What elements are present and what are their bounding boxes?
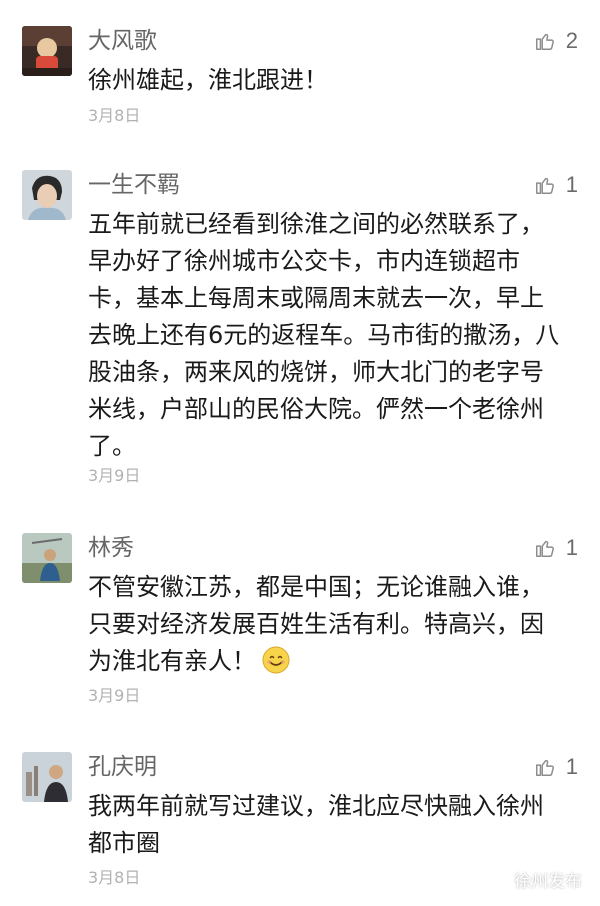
- comment-date: 3月9日: [88, 686, 141, 705]
- comment-line: 徐州雄起，淮北跟进！: [88, 66, 328, 94]
- like-count: 2: [565, 28, 578, 53]
- thumbs-up-icon: [535, 540, 554, 557]
- thumbs-up-icon: [535, 177, 554, 194]
- like-button[interactable]: 2: [534, 26, 578, 56]
- comment-line: 股油条，两来风的烧饼，师大北门的老字号: [88, 358, 544, 386]
- like-button[interactable]: 1: [534, 533, 578, 563]
- comment-line: 卡，基本上每周末或隔周末就去一次，早上: [88, 284, 544, 312]
- comment-date: 3月8日: [88, 868, 141, 887]
- comment-line: 了。: [88, 432, 136, 460]
- comment-date: 3月8日: [88, 106, 141, 125]
- avatar[interactable]: [22, 752, 72, 802]
- watermark-text: 徐州发布: [514, 872, 582, 892]
- nickname[interactable]: 林秀: [88, 533, 134, 563]
- like-count: 1: [565, 535, 578, 560]
- comment-line: 为淮北有亲人！: [88, 643, 578, 680]
- like-button[interactable]: 1: [534, 170, 578, 200]
- comment-text: 徐州雄起，淮北跟进！: [88, 62, 578, 99]
- like-button[interactable]: 1: [534, 752, 578, 782]
- avatar[interactable]: [22, 533, 72, 583]
- avatar[interactable]: [22, 26, 72, 76]
- comment-text: 不管安徽江苏，都是中国；无论谁融入谁， 只要对经济发展百姓生活有利。特高兴，因 …: [88, 569, 578, 680]
- like-count: 1: [565, 172, 578, 197]
- avatar[interactable]: [22, 170, 72, 220]
- thumbs-up-icon: [535, 33, 554, 50]
- smile-emoji-icon: [262, 646, 290, 674]
- comment-line: 米线，户部山的民俗大院。俨然一个老徐州: [88, 395, 544, 423]
- comment-line: 只要对经济发展百姓生活有利。特高兴，因: [88, 610, 544, 638]
- nickname[interactable]: 大风歌: [88, 26, 157, 56]
- comment-line: 早办好了徐州城市公交卡，市内连锁超市: [88, 247, 520, 275]
- wechat-icon: [488, 870, 508, 888]
- comment-line: 不管安徽江苏，都是中国；无论谁融入谁，: [88, 573, 544, 601]
- comment-line-text: 为淮北有亲人！: [88, 647, 256, 675]
- comment-date: 3月9日: [88, 466, 141, 485]
- comment-line: 我两年前就写过建议，淮北应尽快融入徐州: [88, 792, 544, 820]
- comment-text: 五年前就已经看到徐淮之间的必然联系了， 早办好了徐州城市公交卡，市内连锁超市 卡…: [88, 206, 578, 465]
- comment-text: 我两年前就写过建议，淮北应尽快融入徐州 都市圈: [88, 788, 578, 862]
- nickname[interactable]: 孔庆明: [88, 752, 157, 782]
- watermark: 徐州发布: [487, 867, 582, 892]
- nickname[interactable]: 一生不羁: [88, 170, 180, 200]
- comment-line: 都市圈: [88, 829, 160, 857]
- thumbs-up-icon: [535, 759, 554, 776]
- comment-line: 去晚上还有6元的返程车。马市街的撒汤，八: [88, 321, 560, 349]
- comment-line: 五年前就已经看到徐淮之间的必然联系了，: [88, 210, 544, 238]
- like-count: 1: [565, 754, 578, 779]
